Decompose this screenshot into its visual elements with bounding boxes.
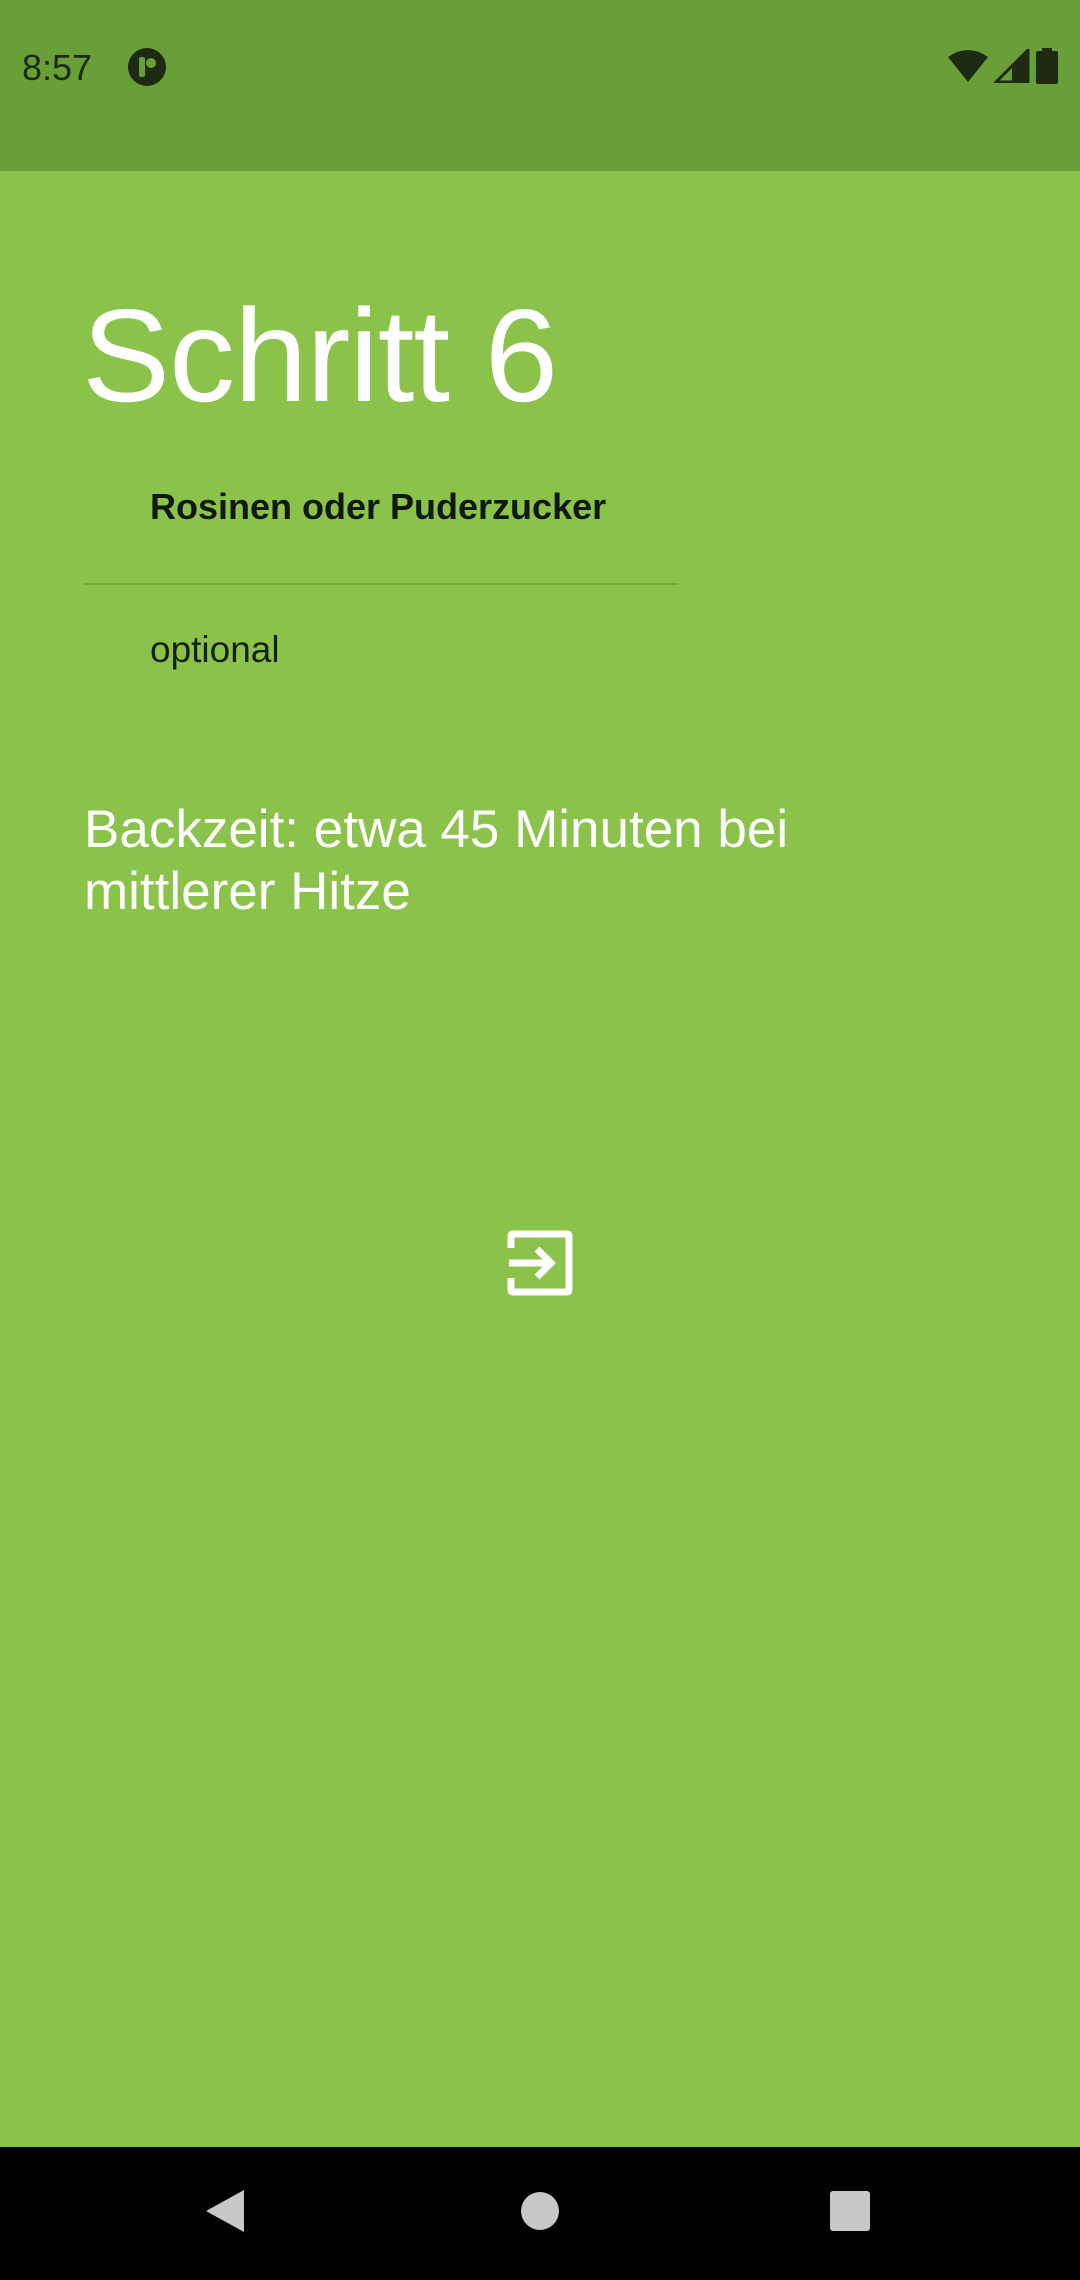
status-time: 8:57: [22, 47, 93, 88]
recents-square-icon: [829, 2190, 871, 2237]
divider: [84, 583, 678, 585]
back-triangle-icon: [204, 2188, 246, 2239]
step-screen: Schritt 6 Rosinen oder Puderzucker optio…: [0, 171, 1080, 2147]
navigation-bar: [0, 2147, 1080, 2280]
status-icons: [948, 45, 1058, 89]
status-bar: 8:57: [0, 0, 1080, 171]
battery-icon: [1036, 47, 1058, 89]
back-button[interactable]: [165, 2147, 285, 2280]
ingredient-note: optional: [150, 629, 280, 670]
step-instruction: Backzeit: etwa 45 Minuten bei mittlerer …: [84, 800, 789, 921]
ingredient-name: Rosinen oder Puderzucker: [150, 486, 607, 527]
signal-icon: [992, 45, 1030, 88]
home-circle-icon: [520, 2191, 560, 2236]
wifi-icon: [948, 49, 988, 88]
home-button[interactable]: [480, 2147, 600, 2280]
recents-button[interactable]: [790, 2147, 910, 2280]
exit-to-app-icon: [507, 1230, 573, 1301]
next-step-button[interactable]: [501, 1226, 579, 1304]
notification-app-icon: [128, 48, 166, 86]
step-title: Schritt 6: [82, 282, 558, 429]
